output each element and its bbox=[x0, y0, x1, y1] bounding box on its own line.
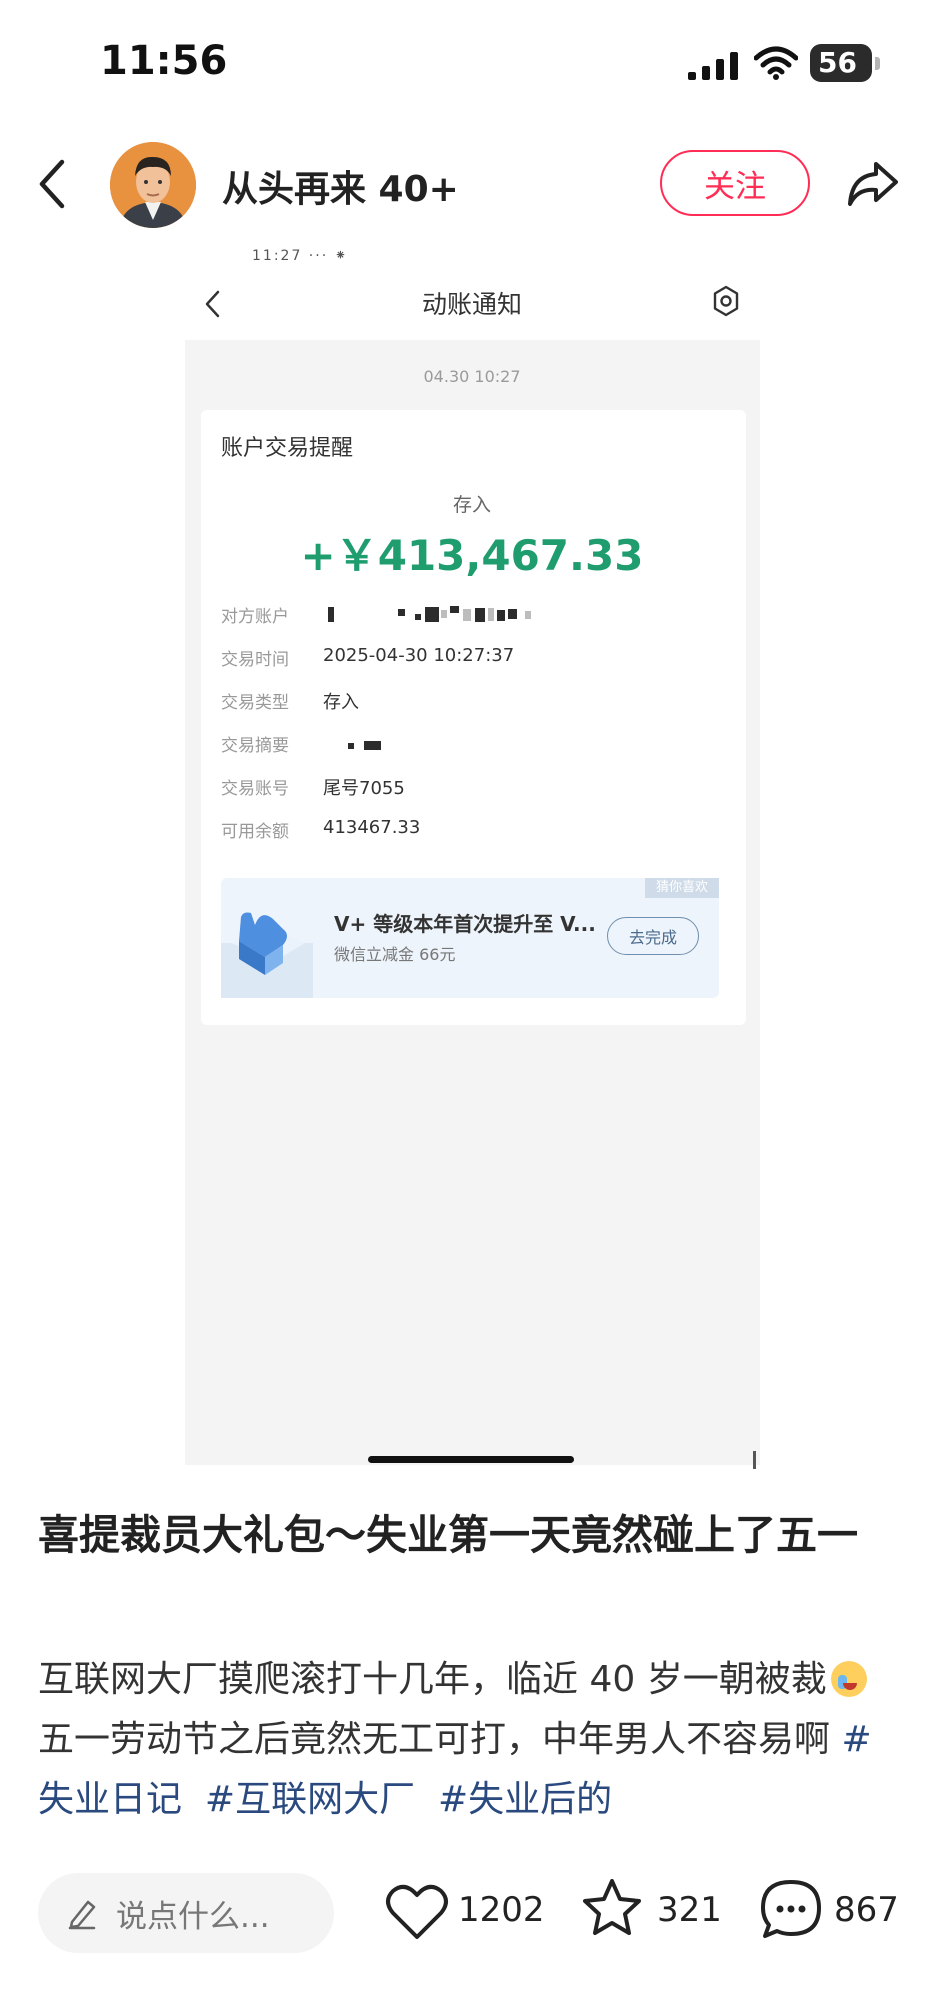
follow-button[interactable]: 关注 bbox=[660, 150, 810, 216]
comment-bubble-icon[interactable] bbox=[759, 1878, 823, 1942]
crying-face-emoji bbox=[830, 1661, 867, 1697]
image-page-title: 动账通知 bbox=[421, 290, 522, 319]
counterparty-redacted bbox=[323, 604, 563, 626]
row-value-account: 尾号7055 bbox=[323, 778, 405, 799]
row-label-account: 交易账号 bbox=[221, 779, 289, 799]
row-label-counterparty: 对方账户 bbox=[221, 607, 289, 627]
battery-nub bbox=[875, 57, 880, 70]
image-status-residue: 11:27 ··· ⁕ bbox=[252, 248, 349, 264]
battery-icon: 56 bbox=[810, 44, 872, 82]
author-avatar[interactable] bbox=[110, 142, 196, 228]
promo-tag: 猜你喜欢 bbox=[645, 878, 719, 898]
post-body-text-1: 互联网大厂摸爬滚打十几年，临近 40 岁一朝被裁 bbox=[38, 1659, 827, 1700]
comment-placeholder[interactable]: 说点什么... bbox=[116, 1891, 270, 1936]
author-name[interactable]: 从头再来 40+ bbox=[222, 160, 459, 212]
like-count: 1202 bbox=[458, 1890, 545, 1930]
row-value-time: 2025-04-30 10:27:37 bbox=[323, 645, 515, 666]
promo-illustration bbox=[221, 912, 313, 998]
image-date: 04.30 10:27 bbox=[423, 367, 521, 386]
row-value-type: 存入 bbox=[323, 692, 359, 713]
post-body-text-2: 五一劳动节之后竟然无工可打，中年男人不容易啊 bbox=[38, 1719, 842, 1760]
promo-action-button: 去完成 bbox=[607, 917, 699, 955]
row-label-summary: 交易摘要 bbox=[221, 736, 289, 756]
card-title: 账户交易提醒 bbox=[221, 436, 354, 461]
hashtag[interactable]: #互联网大厂 bbox=[205, 1779, 415, 1820]
avatar-portrait bbox=[110, 142, 196, 228]
cellular-signal-icon bbox=[688, 52, 738, 80]
promo-title: V+ 等级本年首次提升至 V... bbox=[334, 912, 596, 936]
favorite-count: 321 bbox=[657, 1890, 722, 1930]
row-label-time: 交易时间 bbox=[221, 650, 289, 670]
deposit-amount: +￥413,467.33 bbox=[300, 531, 644, 580]
image-scroll-indicator bbox=[753, 1451, 756, 1469]
heart-icon[interactable] bbox=[385, 1883, 449, 1941]
promo-subtitle: 微信立减金 66元 bbox=[334, 945, 456, 964]
post-title: 喜提裁员大礼包～失业第一天竟然碰上了五一 bbox=[38, 1511, 858, 1559]
gear-icon bbox=[713, 285, 739, 317]
image-home-indicator bbox=[368, 1456, 574, 1463]
row-label-type: 交易类型 bbox=[221, 693, 289, 713]
battery-level: 56 bbox=[818, 46, 857, 79]
deposit-label: 存入 bbox=[452, 494, 491, 516]
row-value-balance: 413467.33 bbox=[323, 817, 421, 838]
wifi-icon bbox=[754, 46, 798, 80]
edit-icon bbox=[68, 1900, 96, 1930]
back-arrow-icon[interactable] bbox=[30, 156, 74, 212]
share-icon[interactable] bbox=[846, 158, 900, 210]
comment-count: 867 bbox=[834, 1890, 899, 1930]
hashtag[interactable]: #失业后的 bbox=[438, 1779, 612, 1820]
status-time: 11:56 bbox=[100, 38, 228, 84]
star-icon[interactable] bbox=[581, 1877, 643, 1939]
row-label-balance: 可用余额 bbox=[221, 822, 289, 842]
post-body: 互联网大厂摸爬滚打十几年，临近 40 岁一朝被裁五一劳动节之后竟然无工可打，中年… bbox=[38, 1650, 904, 1830]
summary-redacted bbox=[348, 741, 388, 753]
